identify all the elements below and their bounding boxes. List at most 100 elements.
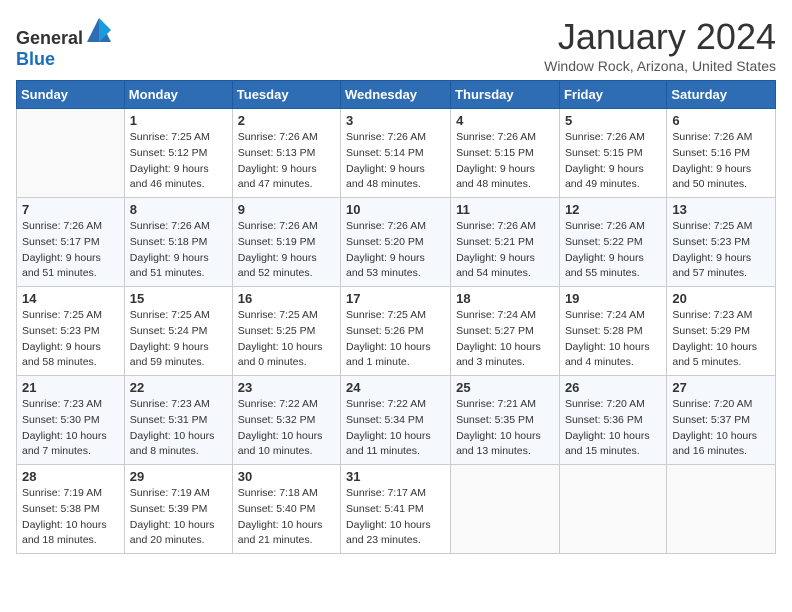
day-header-saturday: Saturday — [667, 81, 776, 109]
day-info: Sunrise: 7:23 AMSunset: 5:30 PMDaylight:… — [22, 397, 119, 460]
title-block: January 2024 Window Rock, Arizona, Unite… — [544, 16, 776, 74]
day-info: Sunrise: 7:21 AMSunset: 5:35 PMDaylight:… — [456, 397, 554, 460]
calendar-cell: 4Sunrise: 7:26 AMSunset: 5:15 PMDaylight… — [451, 109, 560, 198]
logo: General Blue — [16, 16, 113, 70]
day-info: Sunrise: 7:22 AMSunset: 5:34 PMDaylight:… — [346, 397, 445, 460]
calendar-cell: 15Sunrise: 7:25 AMSunset: 5:24 PMDayligh… — [124, 287, 232, 376]
calendar-cell: 21 Sunrise: 7:23 AMSunset: 5:30 PMDayligh… — [17, 376, 125, 465]
day-number: 8 — [130, 202, 227, 217]
calendar-week-row: 1 Sunrise: 7:25 AMSunset: 5:12 PMDaylight… — [17, 109, 776, 198]
day-number: 31 — [346, 469, 445, 484]
calendar-week-row: 7 Sunrise: 7:26 AMSunset: 5:17 PMDaylight… — [17, 198, 776, 287]
day-info: Sunrise: 7:23 AMSunset: 5:31 PMDaylight:… — [130, 397, 227, 460]
calendar-cell: 2 Sunrise: 7:26 AMSunset: 5:13 PMDaylight… — [232, 109, 340, 198]
day-info: Sunrise: 7:26 AMSunset: 5:15 PMDaylight:… — [456, 130, 554, 193]
calendar-cell: 14Sunrise: 7:25 AMSunset: 5:23 PMDayligh… — [17, 287, 125, 376]
calendar-cell: 6 Sunrise: 7:26 AMSunset: 5:16 PMDaylight… — [667, 109, 776, 198]
day-number: 13 — [672, 202, 770, 217]
day-info: Sunrise: 7:26 AMSunset: 5:17 PMDaylight:… — [22, 219, 119, 282]
calendar-cell: 19 Sunrise: 7:24 AMSunset: 5:28 PMDayligh… — [559, 287, 666, 376]
calendar-cell: 9 Sunrise: 7:26 AMSunset: 5:19 PMDaylight… — [232, 198, 340, 287]
calendar-cell: 10 Sunrise: 7:26 AMSunset: 5:20 PMDayligh… — [341, 198, 451, 287]
calendar-cell: 8 Sunrise: 7:26 AMSunset: 5:18 PMDaylight… — [124, 198, 232, 287]
day-number: 3 — [346, 113, 445, 128]
calendar-cell — [17, 109, 125, 198]
calendar-cell: 29Sunrise: 7:19 AMSunset: 5:39 PMDayligh… — [124, 465, 232, 554]
day-number: 17 — [346, 291, 445, 306]
day-info: Sunrise: 7:19 AMSunset: 5:38 PMDaylight:… — [22, 486, 119, 549]
logo-text: General Blue — [16, 16, 113, 70]
calendar-cell: 22 Sunrise: 7:23 AMSunset: 5:31 PMDayligh… — [124, 376, 232, 465]
day-info: Sunrise: 7:18 AMSunset: 5:40 PMDaylight:… — [238, 486, 335, 549]
day-info: Sunrise: 7:23 AMSunset: 5:29 PMDaylight:… — [672, 308, 770, 371]
calendar-cell: 18 Sunrise: 7:24 AMSunset: 5:27 PMDayligh… — [451, 287, 560, 376]
day-header-wednesday: Wednesday — [341, 81, 451, 109]
calendar-cell: 24 Sunrise: 7:22 AMSunset: 5:34 PMDayligh… — [341, 376, 451, 465]
day-info: Sunrise: 7:26 AMSunset: 5:18 PMDaylight:… — [130, 219, 227, 282]
day-info: Sunrise: 7:26 AMSunset: 5:14 PMDaylight:… — [346, 130, 445, 193]
day-number: 23 — [238, 380, 335, 395]
day-info: Sunrise: 7:26 AMSunset: 5:20 PMDaylight:… — [346, 219, 445, 282]
calendar-cell: 20 Sunrise: 7:23 AMSunset: 5:29 PMDayligh… — [667, 287, 776, 376]
logo-blue: Blue — [16, 49, 55, 69]
day-number: 27 — [672, 380, 770, 395]
calendar-cell: 3 Sunrise: 7:26 AMSunset: 5:14 PMDaylight… — [341, 109, 451, 198]
calendar-cell — [451, 465, 560, 554]
calendar-cell: 16 Sunrise: 7:25 AMSunset: 5:25 PMDayligh… — [232, 287, 340, 376]
day-info: Sunrise: 7:26 AMSunset: 5:19 PMDaylight:… — [238, 219, 335, 282]
day-info: Sunrise: 7:26 AMSunset: 5:13 PMDaylight:… — [238, 130, 335, 193]
day-number: 30 — [238, 469, 335, 484]
calendar-cell: 11Sunrise: 7:26 AMSunset: 5:21 PMDayligh… — [451, 198, 560, 287]
calendar-cell: 13 Sunrise: 7:25 AMSunset: 5:23 PMDayligh… — [667, 198, 776, 287]
page-header: General Blue January 2024 Window Rock, A… — [16, 16, 776, 74]
location-title: Window Rock, Arizona, United States — [544, 58, 776, 74]
day-number: 7 — [22, 202, 119, 217]
day-header-monday: Monday — [124, 81, 232, 109]
day-number: 25 — [456, 380, 554, 395]
calendar-cell: 27 Sunrise: 7:20 AMSunset: 5:37 PMDayligh… — [667, 376, 776, 465]
day-number: 22 — [130, 380, 227, 395]
calendar-cell: 26Sunrise: 7:20 AMSunset: 5:36 PMDayligh… — [559, 376, 666, 465]
day-header-thursday: Thursday — [451, 81, 560, 109]
day-number: 5 — [565, 113, 661, 128]
day-info: Sunrise: 7:25 AMSunset: 5:23 PMDaylight:… — [672, 219, 770, 282]
day-number: 28 — [22, 469, 119, 484]
day-number: 6 — [672, 113, 770, 128]
day-number: 1 — [130, 113, 227, 128]
day-header-tuesday: Tuesday — [232, 81, 340, 109]
day-number: 19 — [565, 291, 661, 306]
calendar-cell: 17Sunrise: 7:25 AMSunset: 5:26 PMDayligh… — [341, 287, 451, 376]
day-number: 24 — [346, 380, 445, 395]
day-header-sunday: Sunday — [17, 81, 125, 109]
calendar-cell: 23Sunrise: 7:22 AMSunset: 5:32 PMDayligh… — [232, 376, 340, 465]
day-number: 2 — [238, 113, 335, 128]
day-info: Sunrise: 7:20 AMSunset: 5:36 PMDaylight:… — [565, 397, 661, 460]
calendar-header-row: SundayMondayTuesdayWednesdayThursdayFrid… — [17, 81, 776, 109]
calendar-week-row: 28 Sunrise: 7:19 AMSunset: 5:38 PMDayligh… — [17, 465, 776, 554]
day-number: 21 — [22, 380, 119, 395]
day-header-friday: Friday — [559, 81, 666, 109]
day-number: 9 — [238, 202, 335, 217]
day-info: Sunrise: 7:24 AMSunset: 5:28 PMDaylight:… — [565, 308, 661, 371]
day-number: 20 — [672, 291, 770, 306]
day-info: Sunrise: 7:26 AMSunset: 5:22 PMDaylight:… — [565, 219, 661, 282]
day-info: Sunrise: 7:25 AMSunset: 5:25 PMDaylight:… — [238, 308, 335, 371]
day-info: Sunrise: 7:17 AMSunset: 5:41 PMDaylight:… — [346, 486, 445, 549]
day-info: Sunrise: 7:26 AMSunset: 5:15 PMDaylight:… — [565, 130, 661, 193]
day-info: Sunrise: 7:26 AMSunset: 5:16 PMDaylight:… — [672, 130, 770, 193]
calendar-week-row: 14Sunrise: 7:25 AMSunset: 5:23 PMDayligh… — [17, 287, 776, 376]
day-info: Sunrise: 7:24 AMSunset: 5:27 PMDaylight:… — [456, 308, 554, 371]
day-number: 14 — [22, 291, 119, 306]
day-info: Sunrise: 7:20 AMSunset: 5:37 PMDaylight:… — [672, 397, 770, 460]
calendar-cell: 31 Sunrise: 7:17 AMSunset: 5:41 PMDayligh… — [341, 465, 451, 554]
day-info: Sunrise: 7:25 AMSunset: 5:12 PMDaylight:… — [130, 130, 227, 193]
day-number: 12 — [565, 202, 661, 217]
day-number: 18 — [456, 291, 554, 306]
calendar-cell: 28 Sunrise: 7:19 AMSunset: 5:38 PMDayligh… — [17, 465, 125, 554]
calendar-table: SundayMondayTuesdayWednesdayThursdayFrid… — [16, 80, 776, 554]
day-info: Sunrise: 7:19 AMSunset: 5:39 PMDaylight:… — [130, 486, 227, 549]
calendar-cell: 12 Sunrise: 7:26 AMSunset: 5:22 PMDayligh… — [559, 198, 666, 287]
day-number: 11 — [456, 202, 554, 217]
day-number: 10 — [346, 202, 445, 217]
day-number: 16 — [238, 291, 335, 306]
